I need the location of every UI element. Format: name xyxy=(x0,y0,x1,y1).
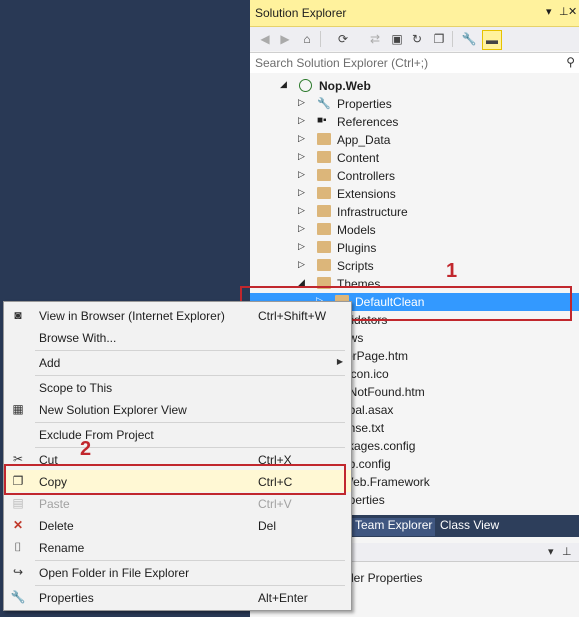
expanded-arrow-icon[interactable]: ◢ xyxy=(280,79,287,90)
tree-row[interactable]: ▷ Infrastructure xyxy=(250,203,579,221)
paste-icon: ▤ xyxy=(12,496,24,510)
folder-icon xyxy=(317,205,331,217)
search-box[interactable]: Search Solution Explorer (Ctrl+;) ⚲ xyxy=(250,52,579,74)
tree-row[interactable]: ▷ Plugins xyxy=(250,239,579,257)
context-menu: ◙ View in Browser (Internet Explorer) Ct… xyxy=(3,301,352,611)
delete-x-icon: ✕ xyxy=(12,518,24,532)
wrench-icon: 🔧 xyxy=(317,98,331,110)
menu-item-exclude-from-project[interactable]: Exclude From Project xyxy=(4,423,351,445)
menu-item-view-in-browser[interactable]: ◙ View in Browser (Internet Explorer) Ct… xyxy=(4,304,351,326)
show-all-files-icon[interactable]: ❐ xyxy=(430,30,448,48)
menu-item-add[interactable]: Add ▶ xyxy=(4,351,351,373)
web-project-icon xyxy=(299,79,312,92)
folder-icon xyxy=(317,151,331,163)
forward-icon[interactable]: ▶ xyxy=(276,30,294,48)
home-icon[interactable]: ⌂ xyxy=(298,30,316,48)
tree-row[interactable]: ▷ 🔧 Properties xyxy=(250,95,579,113)
wrench-icon: 🔧 xyxy=(10,590,26,604)
menu-item-delete[interactable]: ✕ Delete Del xyxy=(4,514,351,536)
properties-wrench-icon[interactable]: 🔧 xyxy=(460,30,478,48)
folder-icon xyxy=(317,259,331,271)
tab-team-explorer[interactable]: Team Explorer xyxy=(352,518,436,536)
close-icon[interactable]: ✕ xyxy=(568,5,577,18)
rename-icon: ⌷ xyxy=(14,540,22,554)
panel-title: Solution Explorer xyxy=(255,6,347,20)
new-view-icon: ▦ xyxy=(12,402,24,416)
pin-icon[interactable]: ⊥ xyxy=(562,545,572,558)
tree-row[interactable]: ▷ ■▪ References xyxy=(250,113,579,131)
folder-icon xyxy=(317,223,331,235)
browser-icon: ◙ xyxy=(14,308,22,322)
solution-explorer-toolbar: ◀ ▶ ⌂ ⟳ ⇄ ▣ ↻ ❐ 🔧 ▬ xyxy=(250,27,579,51)
tree-row-root[interactable]: ◢ Nop.Web xyxy=(250,77,579,95)
tree-row[interactable]: ▷ Scripts xyxy=(250,257,579,275)
menu-item-new-solution-explorer-view[interactable]: ▦ New Solution Explorer View xyxy=(4,398,351,420)
menu-item-open-folder[interactable]: ↪ Open Folder in File Explorer xyxy=(4,561,351,583)
search-placeholder: Search Solution Explorer (Ctrl+;) xyxy=(255,56,429,70)
preview-selected-icon[interactable]: ▬ xyxy=(482,30,502,50)
project-name: Nop.Web xyxy=(319,79,371,93)
folder-icon xyxy=(317,169,331,181)
menu-item-rename[interactable]: ⌷ Rename xyxy=(4,536,351,558)
folder-icon xyxy=(317,241,331,253)
tab-class-view[interactable]: Class View xyxy=(437,518,502,536)
pin-dropdown-icon[interactable]: ▾ xyxy=(546,5,552,18)
folder-icon xyxy=(317,133,331,145)
back-icon[interactable]: ◀ xyxy=(256,30,274,48)
menu-item-properties[interactable]: 🔧 Properties Alt+Enter xyxy=(4,586,351,608)
open-folder-arrow-icon: ↪ xyxy=(12,565,24,579)
properties-text: der Properties xyxy=(347,571,423,585)
references-icon: ■▪ xyxy=(317,115,327,126)
tree-row[interactable]: ▷ Models xyxy=(250,221,579,239)
menu-item-scope-to-this[interactable]: Scope to This xyxy=(4,376,351,398)
pending-changes-icon[interactable]: ⟳ xyxy=(334,30,352,48)
sync-icon[interactable]: ⇄ xyxy=(366,30,384,48)
submenu-arrow-icon: ▶ xyxy=(336,357,343,366)
collapse-all-icon[interactable]: ▣ xyxy=(388,30,406,48)
annotation-number-2: 2 xyxy=(80,438,92,460)
search-icon[interactable]: ⚲ xyxy=(566,55,575,69)
refresh-icon[interactable]: ↻ xyxy=(408,30,426,48)
solution-explorer-titlebar: Solution Explorer ▾ ⊥ ✕ xyxy=(250,0,579,27)
menu-item-browse-with[interactable]: Browse With... xyxy=(4,326,351,348)
tree-row[interactable]: ▷ Extensions xyxy=(250,185,579,203)
highlight-box-2 xyxy=(4,464,346,495)
folder-icon xyxy=(317,187,331,199)
menu-item-paste[interactable]: ▤ Paste Ctrl+V xyxy=(4,492,351,514)
tree-row[interactable]: ▷ Content xyxy=(250,149,579,167)
dropdown-icon[interactable]: ▾ xyxy=(548,545,554,558)
tree-row[interactable]: ▷ Controllers xyxy=(250,167,579,185)
annotation-number-1: 1 xyxy=(446,260,458,282)
tree-row[interactable]: ▷ App_Data xyxy=(250,131,579,149)
